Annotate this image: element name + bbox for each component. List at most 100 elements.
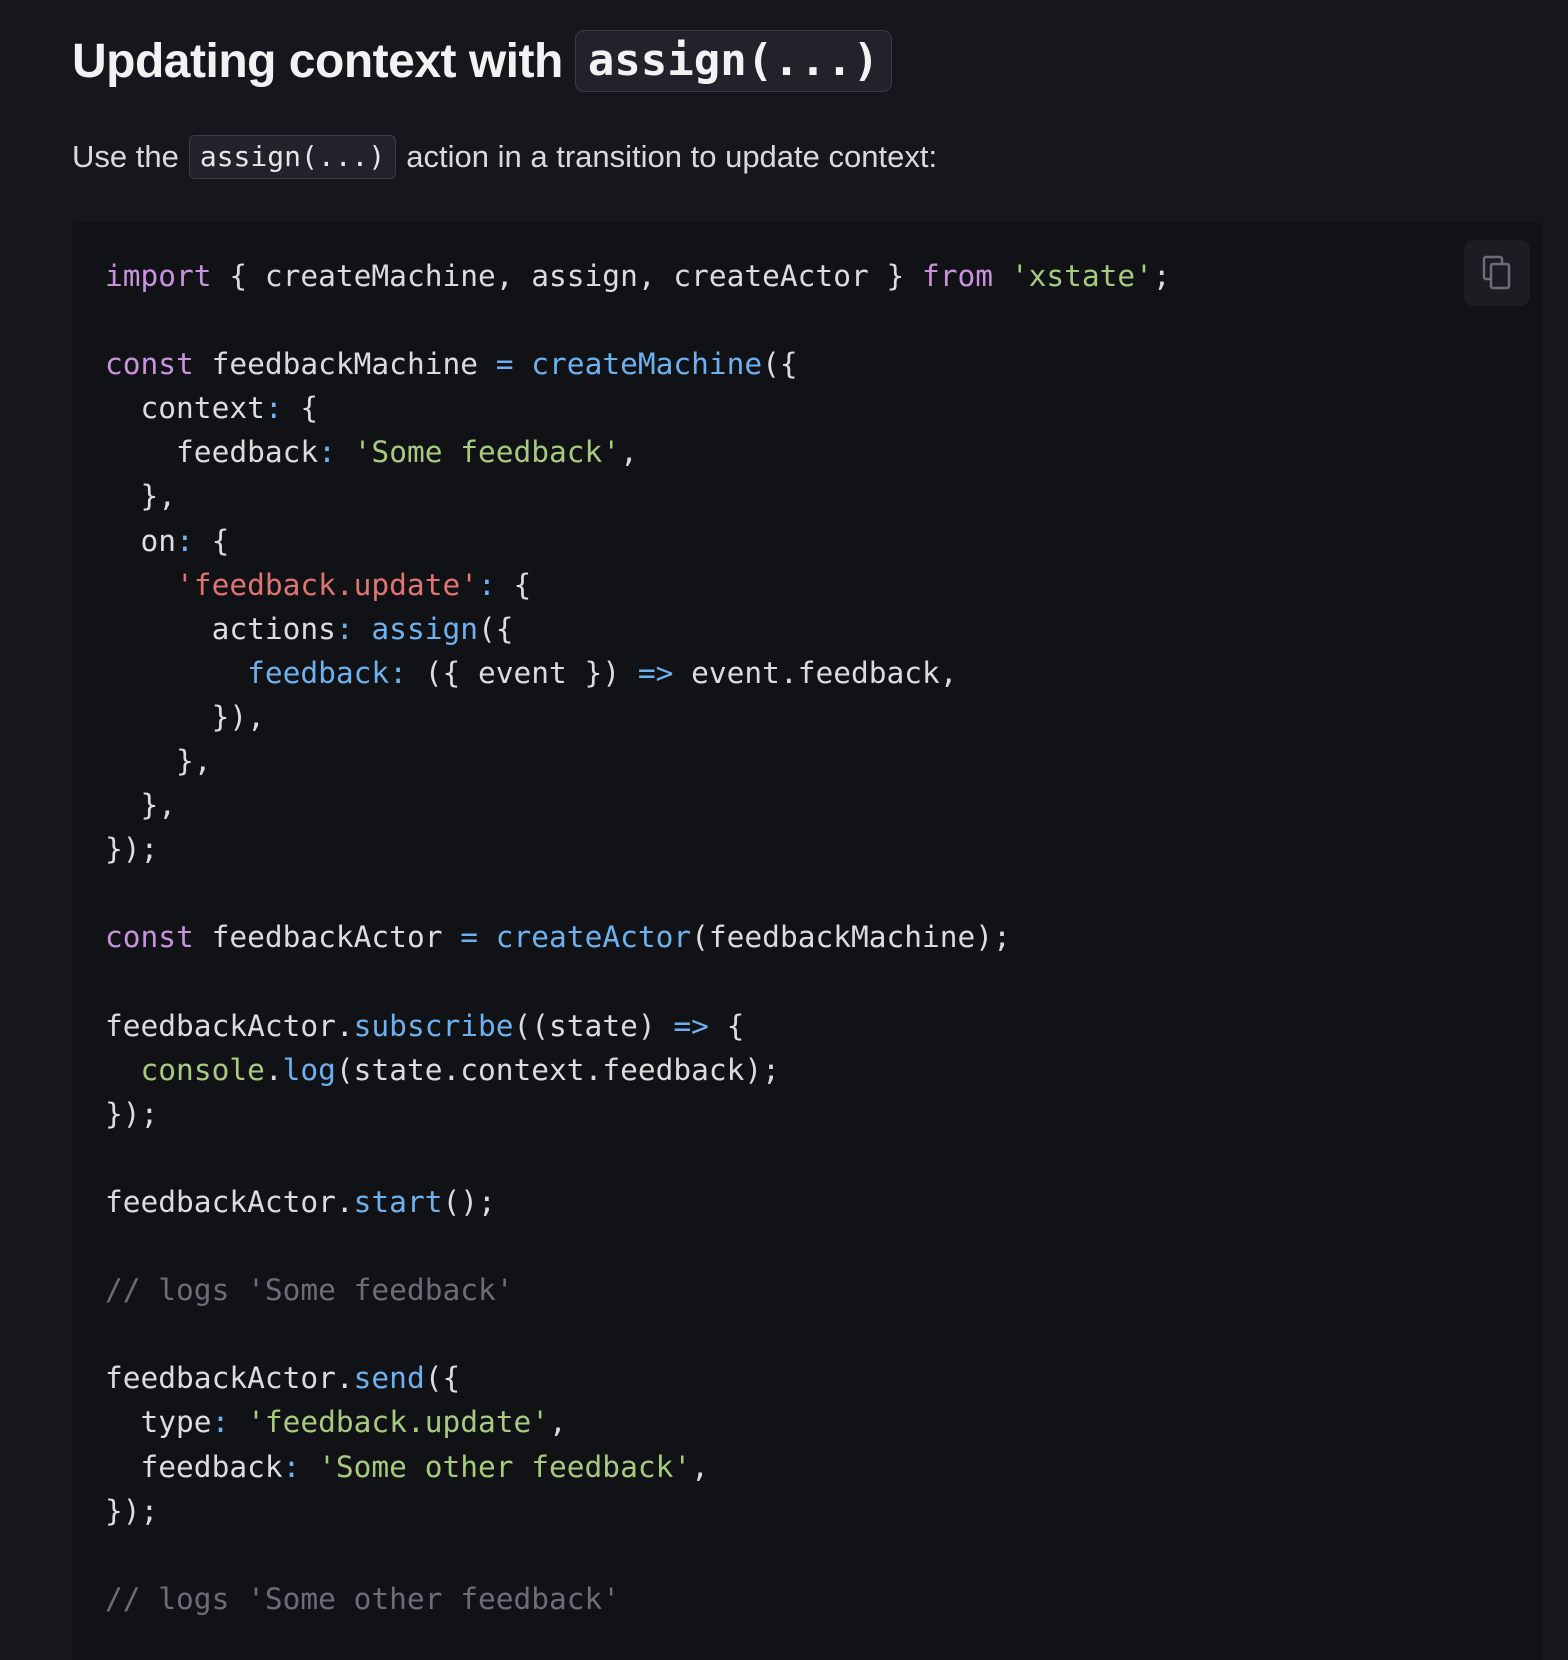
code-token: :	[335, 611, 354, 646]
code-token: 'feedback.update'	[247, 1405, 550, 1440]
code-line: const feedbackMachine = createMachine({	[105, 342, 1171, 386]
page-title: Updating context with assign(...)	[72, 28, 893, 94]
code-line: // logs 'Some other feedback'	[105, 1577, 1171, 1621]
code-token: import	[105, 259, 212, 293]
code-token: :	[264, 391, 283, 426]
code-token: ;	[1152, 259, 1171, 293]
code-block[interactable]: import { createMachine, assign, createAc…	[72, 222, 1542, 1660]
code-token: ({	[478, 611, 514, 646]
code-content: import { createMachine, assign, createAc…	[105, 254, 1171, 1621]
code-token: feedbackMachine	[193, 347, 496, 382]
code-line: feedback: ({ event }) => event.feedback,	[105, 651, 1171, 695]
code-token: ({	[424, 1361, 461, 1396]
code-line: },	[105, 474, 1171, 518]
code-token: send	[353, 1361, 425, 1396]
code-token: event.feedback,	[673, 655, 958, 690]
intro-inline-code: assign(...)	[188, 135, 397, 179]
code-line: import { createMachine, assign, createAc…	[105, 254, 1171, 298]
code-token: from	[922, 259, 994, 293]
code-token: {	[193, 523, 230, 558]
code-token: },	[105, 788, 177, 823]
code-token: start	[353, 1184, 443, 1219]
code-token: }),	[105, 699, 265, 734]
code-line: on: {	[105, 519, 1171, 563]
code-token: :	[211, 1405, 230, 1440]
code-token: feedbackActor.	[105, 1008, 354, 1043]
code-token: ();	[442, 1184, 496, 1219]
heading-inline-code: assign(...)	[574, 30, 893, 92]
heading-text: Updating context with	[72, 34, 563, 88]
code-token: 'feedback.update'	[176, 567, 478, 602]
code-token: .	[264, 1052, 283, 1087]
code-token: },	[105, 744, 212, 779]
code-token: // logs 'Some other feedback'	[105, 1581, 621, 1616]
copy-button[interactable]	[1464, 240, 1530, 306]
code-line: 'feedback.update': {	[105, 563, 1171, 607]
code-line: feedback: 'Some other feedback',	[105, 1445, 1171, 1489]
code-token: const	[105, 347, 194, 382]
code-token: (state.context.feedback);	[335, 1052, 780, 1087]
copy-icon	[1482, 255, 1511, 290]
code-token: =>	[637, 655, 674, 690]
code-line: context: {	[105, 386, 1171, 430]
code-line: actions: assign({	[105, 607, 1171, 651]
code-token: feedbackActor.	[105, 1361, 354, 1396]
code-token: {	[708, 1008, 745, 1043]
code-line: type: 'feedback.update',	[105, 1400, 1171, 1444]
code-token: },	[105, 479, 177, 514]
code-token: });	[105, 832, 159, 867]
code-token: createActor	[495, 920, 692, 955]
code-token: });	[105, 1493, 159, 1528]
code-line: feedbackActor.send({	[105, 1356, 1171, 1400]
code-token: {	[282, 391, 319, 426]
code-line: feedbackActor.start();	[105, 1180, 1171, 1224]
code-token: actions	[105, 611, 336, 646]
code-line: // logs 'Some feedback'	[105, 1268, 1171, 1312]
code-line: },	[105, 739, 1171, 783]
code-token: assign	[371, 611, 478, 646]
code-token: =	[495, 347, 514, 382]
code-line: },	[105, 783, 1171, 827]
code-line: });	[105, 1092, 1171, 1136]
code-line: });	[105, 1489, 1171, 1533]
code-line: feedback: 'Some feedback',	[105, 430, 1171, 474]
code-line: });	[105, 827, 1171, 871]
code-token: log	[282, 1052, 336, 1087]
code-token: feedback	[105, 1449, 283, 1484]
code-token: 'Some feedback'	[353, 435, 621, 470]
code-token: ((state)	[513, 1008, 674, 1043]
code-token: :	[477, 567, 496, 602]
code-line: const feedbackActor = createActor(feedba…	[105, 915, 1171, 959]
code-token: :	[389, 655, 407, 690]
code-token: const	[105, 920, 194, 955]
code-token: ({	[762, 347, 798, 382]
code-token: feedback	[247, 655, 390, 690]
code-token: { createMachine, assign, createActor }	[211, 259, 922, 293]
code-token: feedbackActor.	[105, 1184, 354, 1219]
code-token: :	[282, 1449, 301, 1484]
intro-text-before: Use the	[72, 139, 179, 174]
code-token: feedback	[105, 435, 319, 470]
code-token: ,	[691, 1449, 709, 1484]
code-token: =	[460, 920, 478, 955]
code-token: ,	[620, 435, 638, 470]
code-token: 'xstate'	[1010, 259, 1153, 293]
code-token: =>	[673, 1008, 709, 1043]
code-token: on	[105, 523, 177, 558]
code-line: feedbackActor.subscribe((state) => {	[105, 1004, 1171, 1048]
code-token: context	[105, 391, 265, 426]
code-token: {	[495, 567, 532, 602]
code-token: // logs 'Some feedback'	[105, 1273, 514, 1308]
code-token: });	[105, 1096, 159, 1131]
